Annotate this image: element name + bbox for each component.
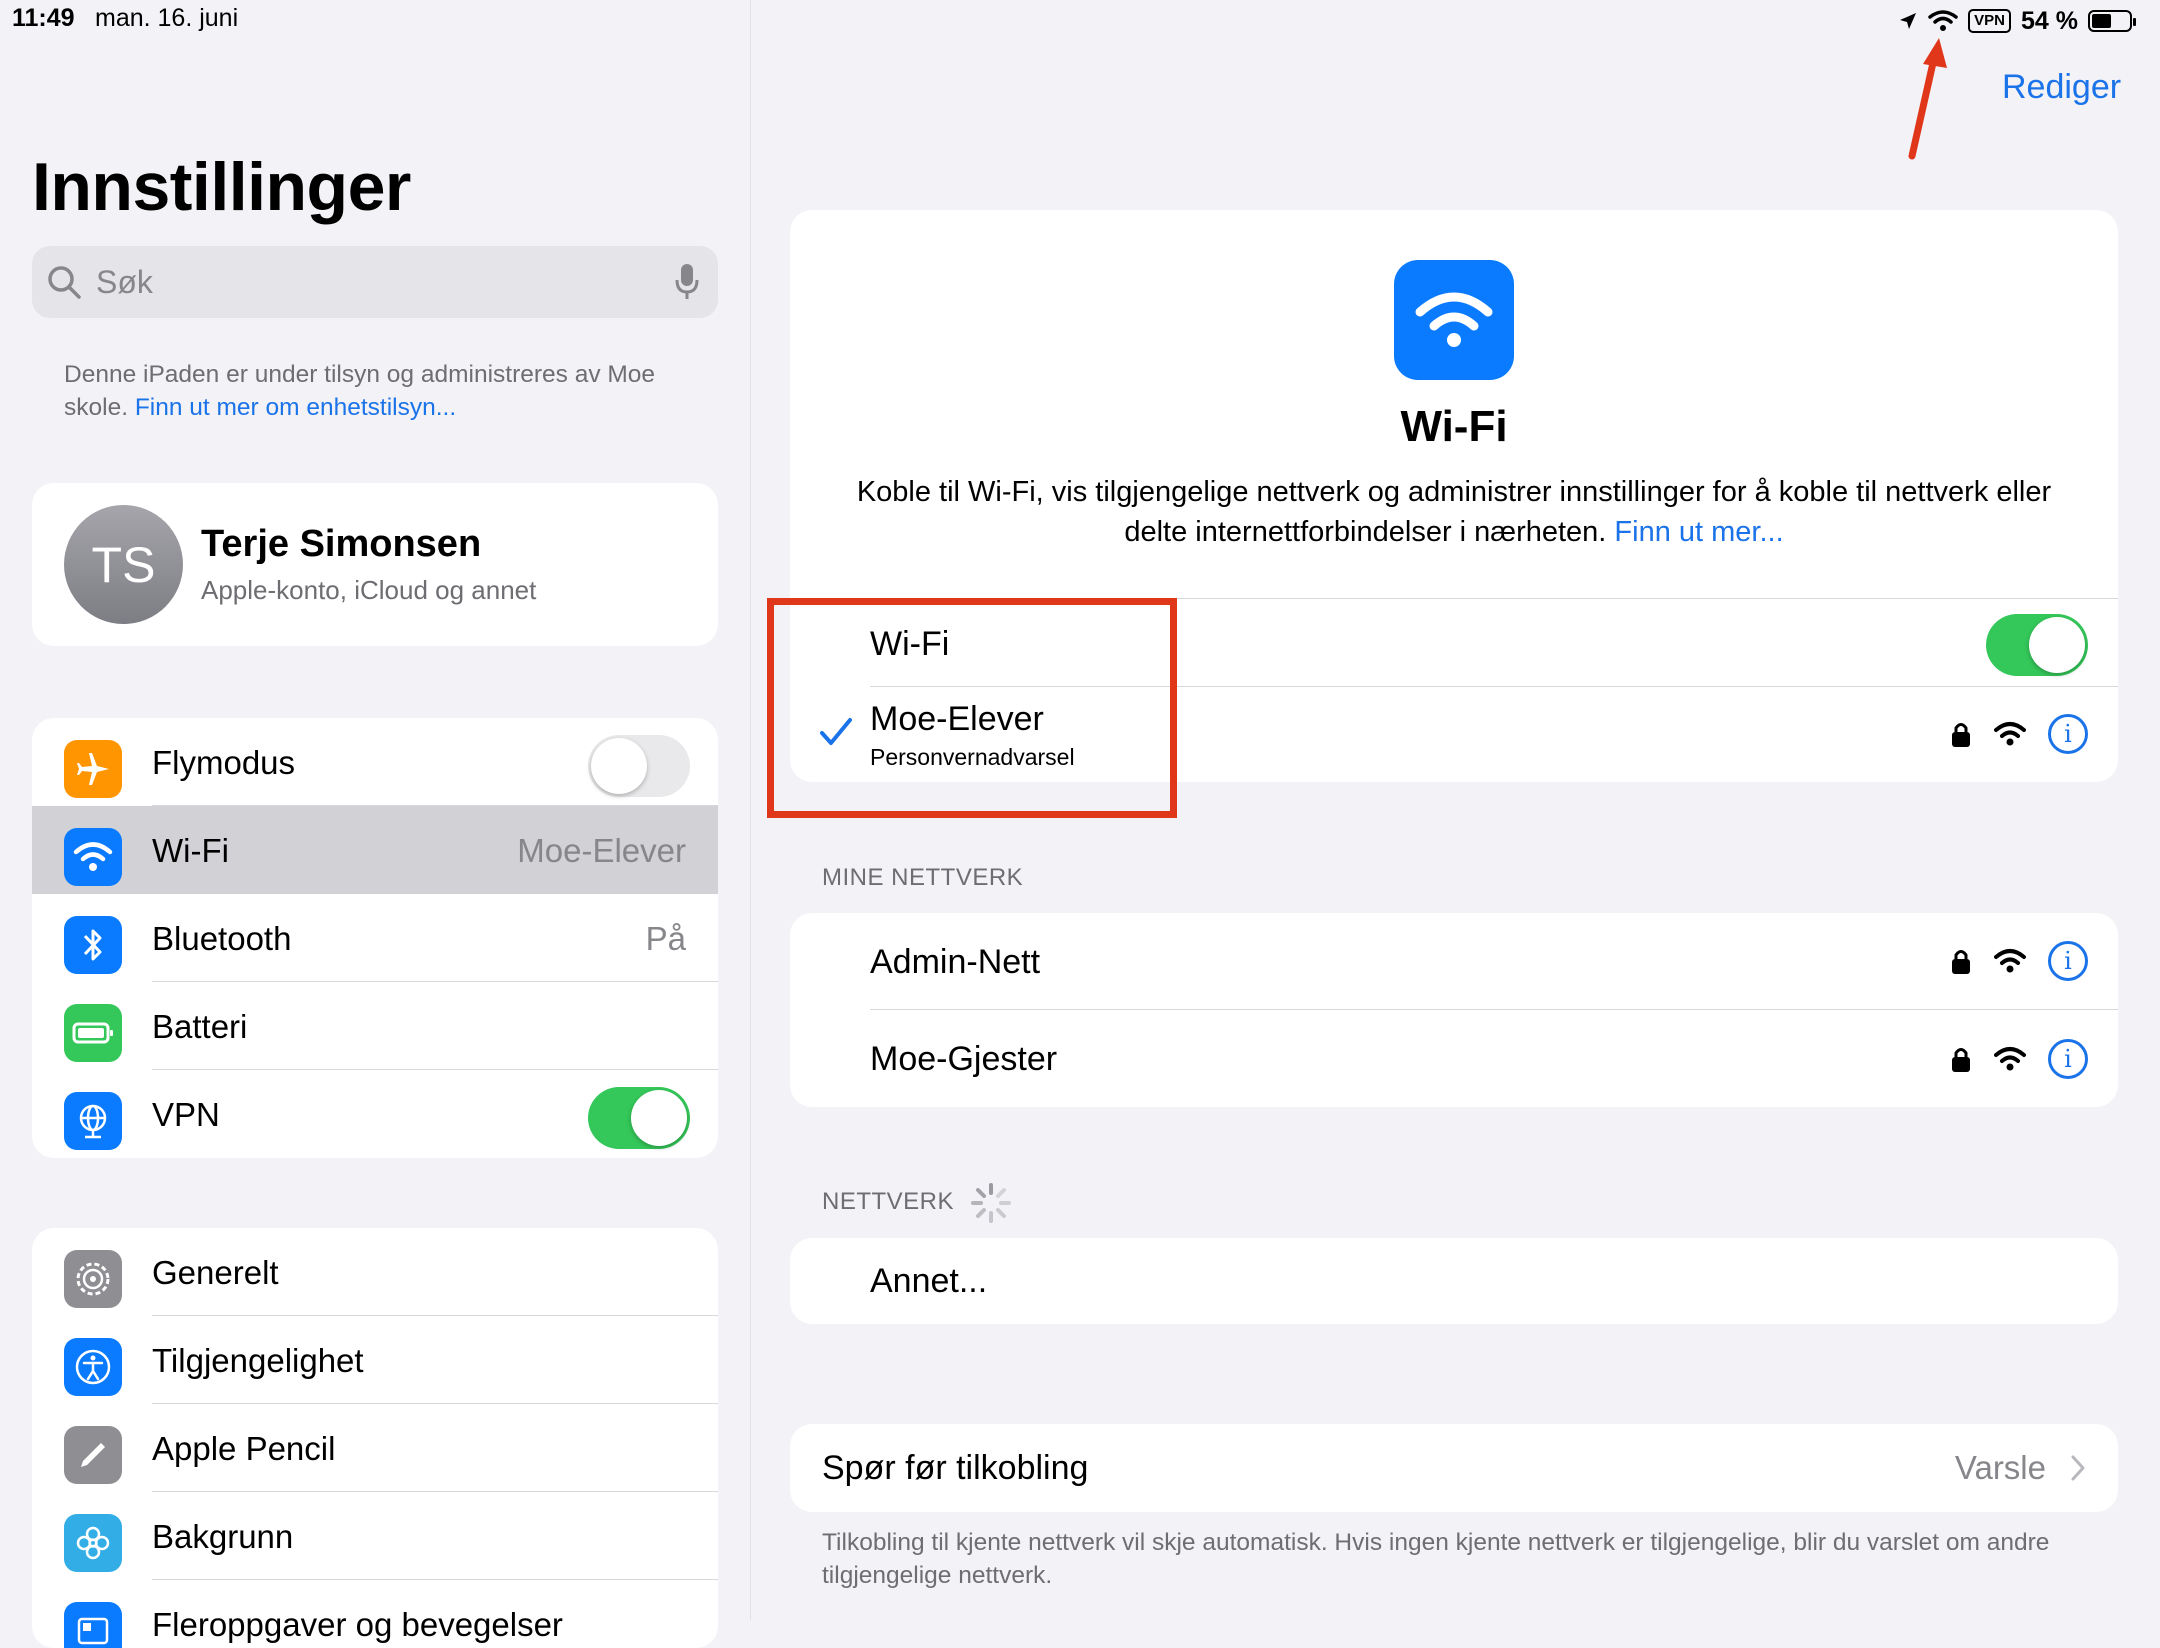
airplane-icon xyxy=(64,740,122,798)
network-admin-nett[interactable]: Admin-Nett xyxy=(870,943,1040,982)
sidebar-item-flymodus[interactable]: Flymodus xyxy=(32,718,718,806)
info-icon[interactable]: i xyxy=(2048,714,2088,754)
multitask-icon xyxy=(64,1602,122,1648)
supervision-link[interactable]: Finn ut mer om enhetstilsyn... xyxy=(135,394,456,421)
wifi-signal-icon xyxy=(1994,1047,2026,1071)
annotation-arrow xyxy=(1908,38,1947,160)
microphone-icon[interactable] xyxy=(674,262,700,302)
apple-account-card[interactable]: TS Terje Simonsen Apple-konto, iCloud og… xyxy=(32,483,718,646)
search-field[interactable]: Søk xyxy=(32,246,718,318)
battery-percent: 54 % xyxy=(2021,6,2078,35)
sidebar: Innstillinger Søk Denne iPaden er under … xyxy=(0,0,751,1648)
ask-to-join-label: Spør før tilkobling xyxy=(822,1449,1089,1487)
sidebar-item-label: Apple Pencil xyxy=(152,1430,336,1467)
loading-spinner-icon xyxy=(971,1183,1011,1223)
supervision-notice: Denne iPaden er under tilsyn og administ… xyxy=(64,358,704,424)
wifi-description-text: Koble til Wi-Fi, vis tilgjengelige nettv… xyxy=(856,476,2052,548)
sidebar-item-label: Tilgjengelighet xyxy=(152,1342,364,1379)
networks-header: NETTVERK xyxy=(822,1188,955,1215)
profile-subtitle: Apple-konto, iCloud og annet xyxy=(201,575,537,605)
sidebar-item-label: Fleroppgaver og bevegelser xyxy=(152,1606,563,1643)
sidebar-item-label: Bakgrunn xyxy=(152,1518,294,1555)
avatar: TS xyxy=(64,505,183,624)
annotation-highlight-box xyxy=(767,598,1177,818)
my-networks-list: Admin-Nett i Moe-Gjester i xyxy=(790,913,2118,1107)
sidebar-item-label: Generelt xyxy=(152,1254,279,1291)
flower-icon xyxy=(64,1514,122,1572)
chevron-right-icon xyxy=(2071,1455,2085,1481)
search-icon xyxy=(48,266,81,299)
sidebar-item-tilgjengelighet[interactable]: Tilgjengelighet xyxy=(32,1316,718,1404)
wifi-icon xyxy=(64,828,122,886)
accessibility-icon xyxy=(64,1338,122,1396)
sidebar-item-label: Batteri xyxy=(152,1008,248,1045)
divider xyxy=(870,1009,2118,1010)
sidebar-item-label: VPN xyxy=(152,1096,220,1133)
sidebar-item-label: Flymodus xyxy=(152,744,296,781)
ask-to-join-row[interactable]: Spør før tilkobling Varsle xyxy=(790,1424,2118,1512)
battery-icon xyxy=(2088,10,2136,32)
connected-network-icons: i xyxy=(1950,714,2088,754)
wifi-heading: Wi-Fi xyxy=(1400,402,1508,451)
sidebar-item-wifi[interactable]: Wi-Fi Moe-Elever xyxy=(32,806,718,894)
sidebar-item-fleroppgaver[interactable]: Fleroppgaver og bevegelser xyxy=(32,1580,718,1648)
globe-icon xyxy=(64,1092,122,1150)
wifi-app-icon xyxy=(1394,260,1514,380)
bluetooth-icon xyxy=(64,916,122,974)
edit-button[interactable]: Rediger xyxy=(2002,68,2121,107)
sidebar-item-value: Moe-Elever xyxy=(517,832,686,869)
sidebar-item-generelt[interactable]: Generelt xyxy=(32,1228,718,1316)
airplane-mode-toggle[interactable] xyxy=(588,735,690,797)
network-moe-gjester[interactable]: Moe-Gjester xyxy=(870,1040,1057,1079)
vpn-badge: VPN xyxy=(1968,9,2012,33)
learn-more-link[interactable]: Finn ut mer... xyxy=(1614,516,1783,548)
profile-name: Terje Simonsen xyxy=(201,523,482,565)
info-icon[interactable]: i xyxy=(2048,1039,2088,1079)
network-icons: i xyxy=(1950,1039,2088,1079)
vpn-toggle[interactable] xyxy=(588,1087,690,1149)
sidebar-item-value: På xyxy=(645,920,686,957)
sidebar-item-vpn[interactable]: VPN xyxy=(32,1070,718,1158)
pencil-icon xyxy=(64,1426,122,1484)
sidebar-item-batteri[interactable]: Batteri xyxy=(32,982,718,1070)
info-icon[interactable]: i xyxy=(2048,941,2088,981)
network-icons: i xyxy=(1950,941,2088,981)
wifi-signal-icon xyxy=(1994,722,2026,746)
sidebar-item-bluetooth[interactable]: Bluetooth På xyxy=(32,894,718,982)
settings-group-general: Generelt Tilgjengelighet Apple Pencil Ba… xyxy=(32,1228,718,1648)
lock-icon xyxy=(1952,950,1970,974)
sidebar-item-label: Wi-Fi xyxy=(152,832,229,869)
lock-icon xyxy=(1952,723,1970,747)
location-icon xyxy=(1900,13,1917,29)
settings-group-connectivity: Flymodus Wi-Fi Moe-Elever Bluetooth På B… xyxy=(32,718,718,1158)
sidebar-item-bakgrunn[interactable]: Bakgrunn xyxy=(32,1492,718,1580)
search-input[interactable]: Søk xyxy=(96,264,153,301)
wifi-toggle[interactable] xyxy=(1986,614,2088,676)
ask-to-join-note: Tilkobling til kjente nettverk vil skje … xyxy=(822,1529,2050,1589)
battery-icon xyxy=(64,1004,122,1062)
sidebar-item-label: Bluetooth xyxy=(152,920,292,957)
lock-icon xyxy=(1952,1048,1970,1072)
wifi-signal-icon xyxy=(1994,949,2026,973)
page-title: Innstillinger xyxy=(32,149,411,225)
wifi-description: Koble til Wi-Fi, vis tilgjengelige nettv… xyxy=(830,472,2078,552)
ask-to-join-value: Varsle xyxy=(1954,1449,2046,1486)
other-network-label: Annet... xyxy=(870,1262,988,1300)
sidebar-item-apple-pencil[interactable]: Apple Pencil xyxy=(32,1404,718,1492)
gear-icon xyxy=(64,1250,122,1308)
battery-fill xyxy=(2092,14,2112,28)
my-networks-header: MINE NETTVERK xyxy=(822,864,1024,891)
wifi-status-icon xyxy=(1928,10,1958,31)
other-network-row[interactable]: Annet... xyxy=(790,1238,2118,1324)
